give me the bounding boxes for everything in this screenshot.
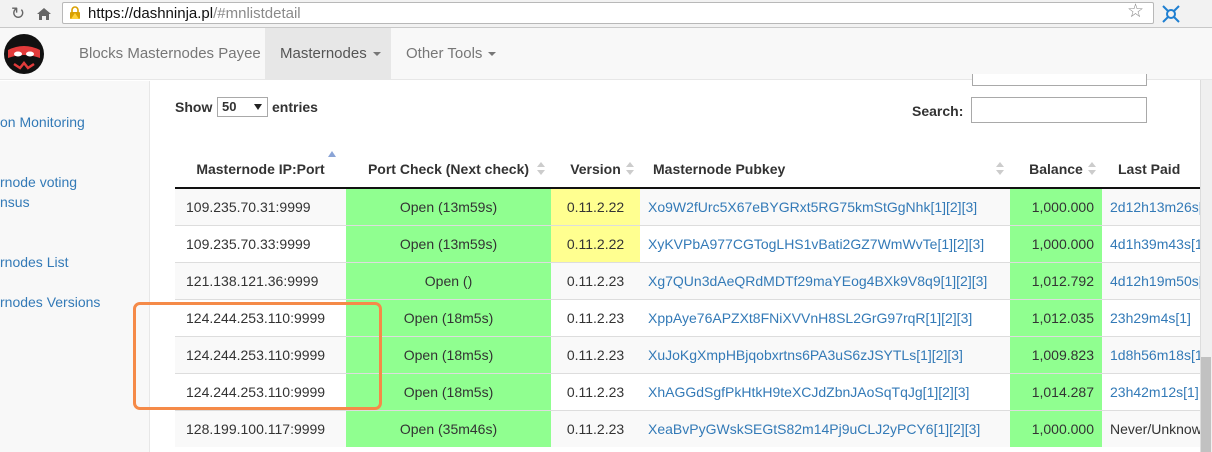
table-row: 109.235.70.33:9999 Open (13m59s) 0.11.2.…: [175, 224, 1212, 262]
cell-version: 0.11.2.23: [551, 335, 640, 373]
table-row: 109.235.70.31:9999 Open (13m59s) 0.11.2.…: [175, 187, 1212, 225]
sidebar-item-voting[interactable]: rnode voting: [0, 174, 77, 190]
scrollbar-thumb[interactable]: [1201, 357, 1211, 452]
cell-ip: 128.199.100.117:9999: [175, 409, 346, 447]
filter-input[interactable]: [972, 74, 1147, 86]
sort-icon: [537, 162, 545, 176]
cell-port-check: Open (35m46s): [346, 409, 551, 447]
cell-last-paid-link[interactable]: 23h29m4s[1]: [1102, 298, 1212, 336]
cell-ip: 121.138.121.36:9999: [175, 261, 346, 299]
cell-version: 0.11.2.23: [551, 298, 640, 336]
sidebar-item-monitoring[interactable]: on Monitoring: [0, 114, 85, 130]
chevron-down-icon: [372, 52, 381, 57]
extension-icon[interactable]: [1160, 3, 1182, 25]
sidebar: on Monitoring rnode voting nsus rnodes L…: [0, 81, 150, 452]
cell-pubkey-link[interactable]: XuJoKgXmpHBjqobxrtns6PA3uS6zJSYTLs[1][2]…: [640, 335, 1010, 373]
col-header-pubkey[interactable]: Masternode Pubkey: [640, 150, 1010, 189]
cell-pubkey-link[interactable]: Xo9W2fUrc5X67eBYGRxt5RG75kmStGgNhk[1][2]…: [640, 187, 1010, 225]
cell-pubkey-link[interactable]: Xg7QUn3dAeQRdMDTf29maYEog4BXk9V8q9[1][2]…: [640, 261, 1010, 299]
home-icon[interactable]: [32, 2, 56, 26]
show-label: Show: [175, 99, 213, 115]
sort-icon: [1088, 162, 1096, 176]
dropdown-arrow-icon: [254, 104, 262, 110]
nav-other-tools[interactable]: Other Tools: [391, 28, 511, 80]
nav-masternodes[interactable]: Masternodes: [265, 28, 391, 80]
search-label: Search:: [912, 103, 964, 119]
cell-last-paid: Never/Unknown: [1102, 409, 1212, 447]
col-header-port-check[interactable]: Port Check (Next check): [346, 150, 551, 189]
col-header-balance[interactable]: Balance: [1010, 150, 1102, 189]
cell-balance: 1,014.287: [1010, 372, 1102, 410]
cell-last-paid-link[interactable]: 23h42m12s[1]: [1102, 372, 1212, 410]
cell-balance: 1,009.823: [1010, 335, 1102, 373]
nav-blocks-masternodes-payee[interactable]: Blocks Masternodes Payee: [68, 28, 272, 80]
url-text: https://dashninja.pl/#mnlistdetail: [88, 5, 301, 22]
cell-balance: 1,000.000: [1010, 224, 1102, 262]
cell-pubkey-link[interactable]: XhAGGdSgfPkHtkH9teXCJdZbnJAoSqTqJg[1][2]…: [640, 372, 1010, 410]
sort-icon: [996, 162, 1004, 176]
reload-icon[interactable]: ↻: [6, 2, 30, 26]
ninja-logo-icon[interactable]: [2, 32, 46, 76]
sort-ascending-icon: [328, 151, 336, 157]
cell-version: 0.11.2.23: [551, 261, 640, 299]
highlight-annotation: [133, 302, 382, 410]
cell-ip: 109.235.70.31:9999: [175, 187, 346, 225]
cell-version: 0.11.2.22: [551, 187, 640, 225]
cell-port-check: Open (): [346, 261, 551, 299]
address-bar[interactable]: https://dashninja.pl/#mnlistdetail: [62, 2, 1154, 24]
search-input[interactable]: [971, 97, 1147, 123]
chevron-down-icon: [488, 52, 497, 57]
cell-port-check: Open (13m59s): [346, 224, 551, 262]
entries-label: entries: [272, 99, 318, 115]
col-header-version[interactable]: Version: [551, 150, 640, 189]
bookmark-star-icon[interactable]: ☆: [1127, 1, 1144, 23]
cell-pubkey-link[interactable]: XppAye76APZXt8FNiXVVnH8SL2GrG97rqR[1][2]…: [640, 298, 1010, 336]
browser-toolbar: ↻ https://dashninja.pl/#mnlistdetail ☆: [0, 0, 1212, 28]
cell-last-paid-link[interactable]: 2d12h13m26s[1]: [1102, 187, 1212, 225]
cell-balance: 1,012.792: [1010, 261, 1102, 299]
col-header-last-paid[interactable]: Last Paid: [1102, 150, 1212, 189]
sort-icon: [626, 162, 634, 176]
table-row: 121.138.121.36:9999 Open () 0.11.2.23 Xg…: [175, 261, 1212, 299]
entries-select[interactable]: 50: [217, 97, 268, 117]
cell-last-paid-link[interactable]: 4d1h39m43s[1]: [1102, 224, 1212, 262]
top-navbar: Blocks Masternodes Payee Masternodes Oth…: [0, 28, 1212, 80]
table-row: 128.199.100.117:9999 Open (35m46s) 0.11.…: [175, 409, 1212, 447]
cell-balance: 1,000.000: [1010, 187, 1102, 225]
sidebar-item-masternodes-list[interactable]: rnodes List: [0, 254, 68, 270]
cell-version: 0.11.2.23: [551, 409, 640, 447]
cell-balance: 1,012.035: [1010, 298, 1102, 336]
cell-balance: 1,000.000: [1010, 409, 1102, 447]
cell-last-paid-link[interactable]: 4d12h19m50s[1]: [1102, 261, 1212, 299]
cell-version: 0.11.2.23: [551, 372, 640, 410]
sidebar-item-masternodes-versions[interactable]: rnodes Versions: [0, 294, 100, 310]
cell-ip: 109.235.70.33:9999: [175, 224, 346, 262]
cell-last-paid-link[interactable]: 1d8h56m18s[1]: [1102, 335, 1212, 373]
lock-warning-icon: [70, 6, 80, 19]
cell-pubkey-link[interactable]: XeaBvPyGWskSEGtS82m14Pj9uCLJ2yPCY6[1][2]…: [640, 409, 1010, 447]
col-header-ip[interactable]: Masternode IP:Port: [175, 150, 346, 189]
sidebar-item-consensus[interactable]: nsus: [0, 194, 30, 210]
cell-version: 0.11.2.22: [551, 224, 640, 262]
cell-port-check: Open (13m59s): [346, 187, 551, 225]
cell-pubkey-link[interactable]: XyKVPbA977CGTogLHS1vBati2GZ7WmWvTe[1][2]…: [640, 224, 1010, 262]
